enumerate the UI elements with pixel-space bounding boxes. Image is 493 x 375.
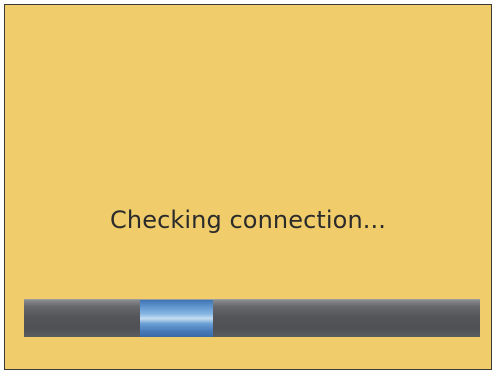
progress-bar <box>24 299 480 337</box>
status-message: Checking connection... <box>110 206 386 234</box>
progress-indicator <box>140 300 213 337</box>
connection-dialog: Checking connection... <box>4 4 492 370</box>
